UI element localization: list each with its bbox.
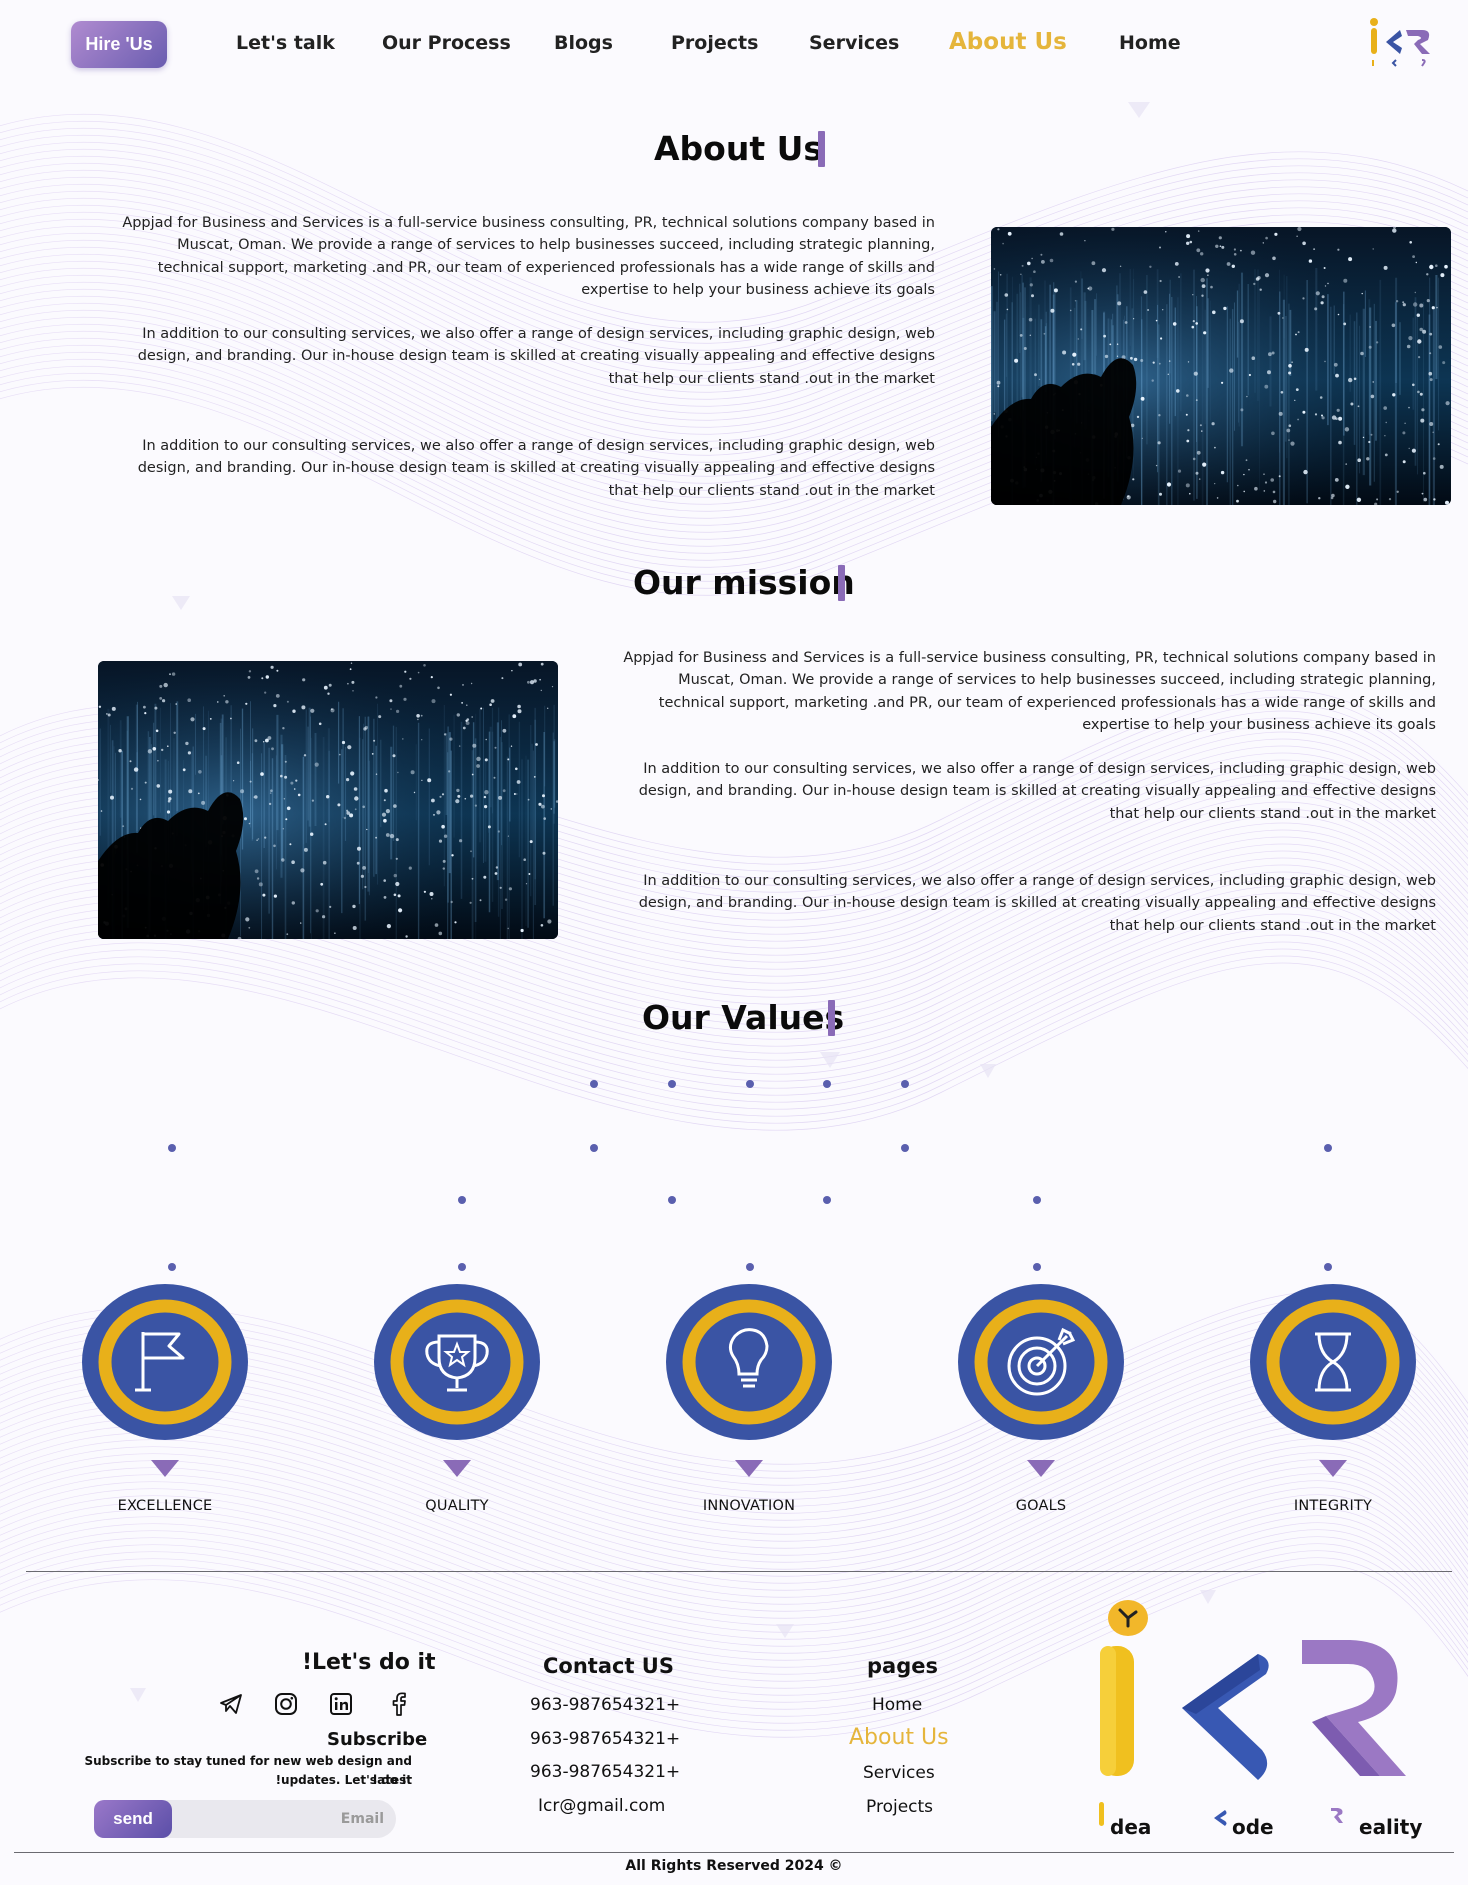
title-accent-bar xyxy=(838,565,845,601)
title-accent-bar xyxy=(818,131,825,167)
value-badge-integrity xyxy=(1249,1283,1417,1441)
nav-link-lets-talk[interactable]: Let's talk xyxy=(236,32,335,54)
copyright-divider xyxy=(14,1852,1454,1853)
icr-large-logo xyxy=(1100,1600,1406,1780)
instagram-icon[interactable] xyxy=(273,1691,299,1717)
send-button[interactable]: send xyxy=(94,1800,172,1838)
code-letter-c-mark xyxy=(1214,1810,1227,1826)
about-photo-starfield xyxy=(991,227,1451,505)
value-badge-goals xyxy=(957,1283,1125,1441)
subscribe-description-line-2: !updates. Let's do it xyxy=(275,1773,412,1787)
footer-divider xyxy=(26,1571,1452,1572)
mission-paragraph-2: In addition to our consulting services, … xyxy=(638,761,1436,822)
about-paragraph-1: Appjad for Business and Services is a fu… xyxy=(122,215,935,298)
mission-paragraph-1: Appjad for Business and Services is a fu… xyxy=(623,650,1436,733)
reality-letter-r-mark xyxy=(1331,1808,1343,1823)
telegram-icon[interactable] xyxy=(218,1691,244,1717)
contact-us-heading: Contact US xyxy=(543,1654,674,1678)
footer-link-home[interactable]: Home xyxy=(872,1695,922,1715)
value-pointer-triangle xyxy=(151,1460,179,1477)
values-title: Our Values xyxy=(642,998,845,1037)
mission-paragraph-3: In addition to our consulting services, … xyxy=(638,873,1436,934)
about-paragraph-3: In addition to our consulting services, … xyxy=(137,438,935,499)
idea-letter-i-mark xyxy=(1099,1802,1104,1826)
about-paragraph-2: In addition to our consulting services, … xyxy=(137,326,935,387)
lets-do-it-heading: !Let's do it xyxy=(302,1650,436,1675)
email-input[interactable] xyxy=(174,1806,384,1832)
top-navigation: Hire 'Us Let's talk Our Process Blogs Pr… xyxy=(0,18,1468,68)
footer-link-projects[interactable]: Projects xyxy=(866,1797,933,1817)
linkedin-icon[interactable] xyxy=(328,1691,354,1717)
value-label-integrity: INTEGRITY xyxy=(1293,1498,1373,1514)
value-badge-quality xyxy=(373,1283,541,1441)
nav-link-blogs[interactable]: Blogs xyxy=(554,32,613,54)
copyright-text: All Rights Reserved 2024 © xyxy=(625,1858,843,1874)
nav-link-projects[interactable]: Projects xyxy=(671,32,758,54)
logo-word-code: ode xyxy=(1232,1815,1274,1839)
title-accent-bar xyxy=(828,1000,835,1036)
nav-link-home[interactable]: Home xyxy=(1119,32,1181,54)
value-pointer-triangle xyxy=(443,1460,471,1477)
value-label-goals: GOALS xyxy=(1015,1498,1067,1514)
mission-photo-starfield xyxy=(98,661,558,939)
nav-link-our-process[interactable]: Our Process xyxy=(382,32,511,54)
logo-word-idea: dea xyxy=(1110,1815,1152,1839)
phone-number-2[interactable]: 963-987654321+ xyxy=(530,1729,680,1749)
pages-heading: pages xyxy=(867,1654,938,1678)
value-label-innovation: INNOVATION xyxy=(702,1498,796,1514)
values-connector-lines xyxy=(168,1080,1332,1271)
nav-link-about-us[interactable]: About Us xyxy=(949,29,1067,55)
icr-logo[interactable] xyxy=(1366,16,1438,72)
phone-number-3[interactable]: 963-987654321+ xyxy=(530,1762,680,1782)
mission-title: Our mission xyxy=(633,563,855,602)
nav-link-services[interactable]: Services xyxy=(809,32,899,54)
footer-link-services[interactable]: Services xyxy=(863,1763,935,1783)
facebook-icon[interactable] xyxy=(386,1691,412,1717)
subscribe-heading: Subscribe xyxy=(327,1729,428,1750)
about-us-title: About Us xyxy=(654,129,824,168)
value-badge-innovation xyxy=(665,1283,833,1441)
value-pointer-triangle xyxy=(1027,1460,1055,1477)
contact-email[interactable]: Icr@gmail.com xyxy=(538,1796,665,1816)
hire-us-button[interactable]: Hire 'Us xyxy=(71,21,167,68)
value-label-quality: QUALITY xyxy=(425,1498,489,1514)
phone-number-1[interactable]: 963-987654321+ xyxy=(530,1695,680,1715)
logo-word-reality: eality xyxy=(1359,1815,1423,1839)
value-badge-excellence xyxy=(81,1283,249,1441)
value-pointer-triangle xyxy=(735,1460,763,1477)
value-pointer-triangle xyxy=(1319,1460,1347,1477)
footer-link-about-us[interactable]: About Us xyxy=(849,1725,949,1750)
value-label-excellence: EXCELLENCE xyxy=(117,1498,213,1514)
